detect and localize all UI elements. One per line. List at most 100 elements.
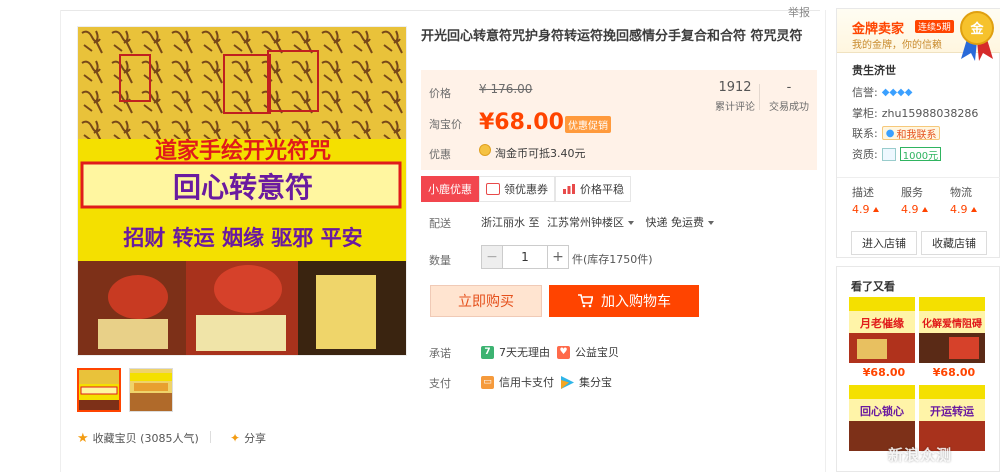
star-icon: ★ (77, 430, 89, 446)
share-item[interactable]: ✦ 分享 (230, 430, 266, 446)
see-also-image: 化解爱情阻碍 (919, 297, 985, 363)
coupon-icon (486, 183, 500, 195)
quantity-plus-button[interactable]: + (547, 245, 569, 269)
see-also-item[interactable]: 化解爱情阻碍 ¥68.00 (919, 297, 989, 379)
ship-method-value: 快递 免运费 (645, 216, 705, 229)
product-title: 开光回心转意符咒护身符转运符挽回感情分手复合和合符 符咒灵符 (421, 29, 803, 44)
tab-deer-discount[interactable]: 小鹿优惠 (421, 176, 479, 202)
favorite-item[interactable]: ★ 收藏宝贝 (3085人气) (77, 430, 199, 446)
credit-diamonds-icon: ◆◆◆◆ (881, 86, 913, 98)
tab-coupon[interactable]: 领优惠券 (479, 176, 555, 202)
credit-card-icon: ▭ (481, 375, 494, 389)
keeper-value[interactable]: zhu15988038286 (882, 107, 979, 120)
main-product-image[interactable]: 道家手绘开光符咒 回心转意符 招财 转运 姻缘 驱邪 平安 (77, 26, 407, 356)
promise-7day-label: 7天无理由 (499, 346, 550, 359)
cart-icon (578, 294, 593, 308)
charity-heart-icon: ♥ (557, 345, 570, 359)
credit-label: 信誉: (852, 86, 878, 99)
thumbnail-1[interactable] (77, 368, 121, 412)
gold-seller-header: 金牌卖家 连续5期 我的金牌，你的信赖 金 (837, 9, 1000, 61)
promo-badge[interactable]: 优惠促销 (565, 116, 611, 133)
score-label: 物流 (950, 186, 972, 199)
promise-label: 承诺 (429, 347, 451, 360)
report-link[interactable]: 举报 (788, 4, 810, 20)
orig-price-label: 价格 (429, 87, 451, 100)
coupon-label: 领优惠券 (504, 183, 548, 196)
see-also-item[interactable]: 回心锁心 (849, 385, 919, 451)
ship-to-value: 江苏常州钟楼区 (547, 216, 624, 229)
qualification-row: 资质: 1000元 (852, 146, 942, 162)
pay-jifenbao-label: 集分宝 (579, 376, 612, 389)
contact-button-label: 和我联系 (896, 129, 937, 141)
see-also-image: 回心锁心 (849, 385, 915, 451)
see-also-item[interactable]: 月老催缘 ¥68.00 (849, 297, 919, 379)
shipping-label: 配送 (429, 217, 451, 230)
deposit-badge[interactable]: 1000元 (899, 147, 942, 162)
quantity-minus-button[interactable]: − (481, 245, 503, 269)
enter-shop-button[interactable]: 进入店铺 (851, 231, 917, 255)
promise-7day[interactable]: 7 7天无理由 (481, 344, 550, 360)
seven-day-icon: 7 (481, 345, 494, 359)
score-description: 描述 4.9 (852, 184, 892, 216)
favorite-shop-button[interactable]: 收藏店铺 (921, 231, 987, 255)
gold-medal-icon: 金 (960, 11, 994, 61)
add-to-cart-button[interactable]: 加入购物车 (549, 285, 699, 317)
see-also-price: ¥68.00 (862, 366, 906, 379)
see-also-item[interactable]: 开运转运 (919, 385, 989, 451)
add-to-cart-label: 加入购物车 (601, 294, 671, 310)
favorite-label: 收藏宝贝 (3085人气) (92, 432, 199, 445)
score-logistics: 物流 4.9 (950, 184, 990, 216)
sales-count: - (786, 80, 792, 95)
chat-icon: ● (885, 127, 895, 139)
image-line1: 道家手绘开光符咒 (155, 138, 331, 164)
quantity-stepper: − 1 + (481, 245, 569, 269)
score-value: 4.9 (901, 203, 941, 216)
see-also-caption: 月老催缘 (859, 316, 904, 330)
contact-label: 联系: (852, 127, 878, 140)
see-also-image: 月老催缘 (849, 297, 915, 363)
id-card-icon[interactable] (881, 147, 896, 161)
contact-seller-button[interactable]: ● 和我联系 (881, 126, 941, 141)
tab-price-trend[interactable]: 价格平稳 (555, 176, 631, 202)
share-label: 分享 (244, 432, 267, 445)
pay-credit-card-label: 信用卡支付 (499, 376, 554, 389)
gold-seller-tag: 连续5期 (915, 20, 954, 33)
shop-name[interactable]: 贵生济世 (852, 62, 896, 78)
see-also-panel: 看了又看 月老催缘 ¥68.00 化解爱情阻碍 ¥68.00 回心锁心 开运转运 (836, 266, 1000, 472)
current-price-label: 淘宝价 (429, 118, 462, 131)
thumbnail-2[interactable] (129, 368, 173, 412)
shipping-info: 浙江丽水 至 江苏常州钟楼区 快递 免运费 (481, 214, 722, 230)
sales-label: 交易成功 (769, 102, 809, 113)
payment-label: 支付 (429, 377, 451, 390)
quantity-input[interactable]: 1 (503, 245, 547, 269)
price-box: 价格 ¥ 176.00 淘宝价 ¥68.00 优惠促销 1912 累计评论 - … (421, 70, 817, 170)
see-also-price: ¥68.00 (932, 366, 976, 379)
action-divider (210, 431, 211, 443)
gold-seller-title: 金牌卖家 (852, 22, 905, 37)
qualification-label: 资质: (852, 148, 878, 161)
watermark: 新浪众测 (888, 446, 953, 464)
ship-method-select[interactable]: 快递 免运费 (646, 216, 723, 229)
contact-row: 联系: ● 和我联系 (852, 125, 941, 141)
score-divider (837, 177, 1000, 178)
pay-jifenbao[interactable]: 集分宝 (561, 374, 612, 390)
buy-now-button[interactable]: 立即购买 (430, 285, 542, 317)
promise-charity[interactable]: ♥ 公益宝贝 (557, 344, 619, 360)
price-chart-icon (563, 184, 575, 194)
ship-to-select[interactable]: 江苏常州钟楼区 (543, 216, 642, 229)
share-icon: ✦ (230, 431, 241, 445)
keeper-row: 掌柜: zhu15988038286 (852, 105, 978, 121)
see-also-caption: 化解爱情阻碍 (922, 317, 982, 330)
promo-tabs: 小鹿优惠 领优惠券 价格平稳 (421, 176, 631, 202)
price-trend-label: 价格平稳 (580, 183, 624, 196)
score-label: 服务 (901, 186, 923, 199)
thumbnail-1-art (79, 370, 119, 410)
quantity-label: 数量 (429, 254, 451, 267)
credit-row: 信誉: ◆◆◆◆ (852, 84, 912, 100)
score-label: 描述 (852, 186, 874, 199)
seller-panel: 金牌卖家 连续5期 我的金牌，你的信赖 金 贵生济世 信誉: ◆◆◆◆ 掌柜: … (836, 8, 1000, 258)
score-service: 服务 4.9 (901, 184, 941, 216)
score-value: 4.9 (950, 203, 990, 216)
pay-credit-card[interactable]: ▭ 信用卡支付 (481, 374, 554, 390)
chevron-down-icon (708, 220, 714, 225)
